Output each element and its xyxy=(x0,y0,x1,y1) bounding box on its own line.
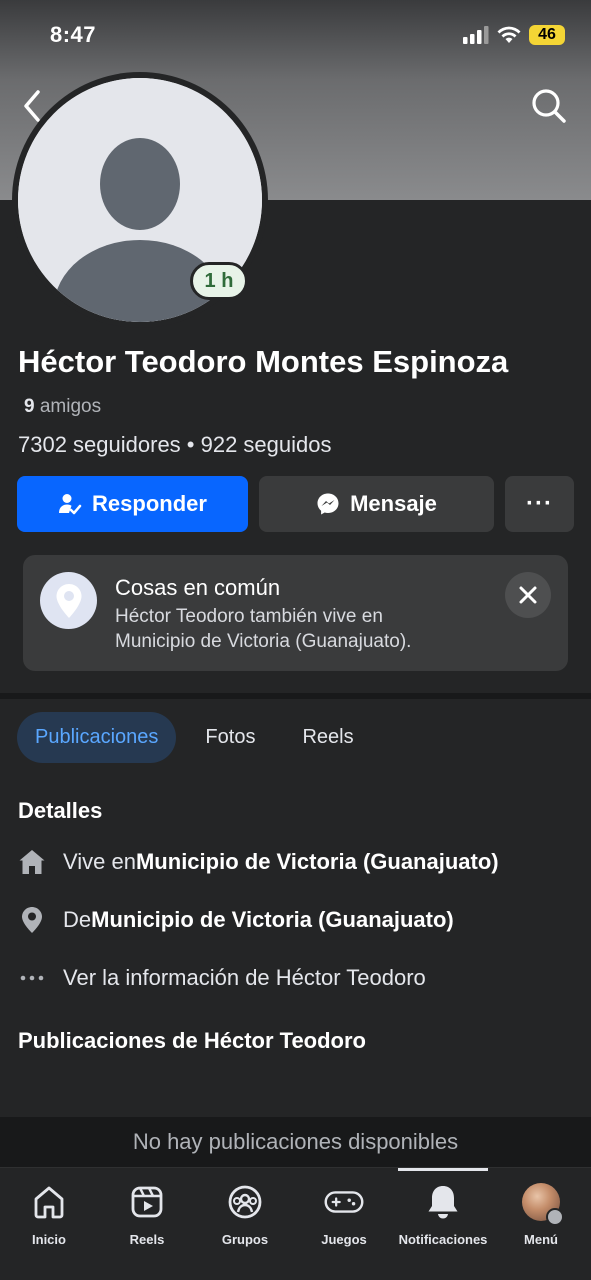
bell-icon xyxy=(423,1182,463,1222)
nav-inicio[interactable]: Inicio xyxy=(1,1182,97,1247)
menu-lines-icon xyxy=(546,1208,564,1226)
search-button[interactable] xyxy=(529,86,569,126)
friends-count[interactable]: 9 amigos xyxy=(24,396,101,418)
message-button[interactable]: Mensaje xyxy=(259,476,494,532)
status-time: 8:47 xyxy=(50,22,97,47)
nav-reels[interactable]: Reels xyxy=(99,1182,195,1247)
nav-menu[interactable]: Menú xyxy=(493,1182,589,1247)
nav-grupos[interactable]: Grupos xyxy=(197,1182,293,1247)
common-title: Cosas en común xyxy=(115,575,281,600)
signal-icon xyxy=(463,26,489,44)
story-time-badge: 1 h xyxy=(190,262,248,300)
wifi-icon xyxy=(497,26,521,43)
messenger-icon xyxy=(317,493,339,515)
section-divider xyxy=(0,693,591,699)
friends-label: amigos xyxy=(39,396,102,417)
see-info-label: Ver la información de Héctor Teodoro xyxy=(63,965,426,990)
detail-from[interactable]: De Municipio de Victoria (Guanajuato) xyxy=(18,906,454,934)
status-bar: 8:47 46 xyxy=(0,0,591,70)
friends-number: 9 xyxy=(24,396,35,417)
more-icon: ··· xyxy=(526,490,553,517)
nav-label: Inicio xyxy=(32,1232,66,1247)
close-icon xyxy=(519,586,537,604)
common-description-line1: Héctor Teodoro también vive en xyxy=(115,606,383,627)
location-pin-icon xyxy=(18,906,46,934)
groups-icon xyxy=(225,1182,265,1222)
search-icon xyxy=(532,89,566,123)
followers-line[interactable]: 7302 seguidores • 922 seguidos xyxy=(18,432,332,458)
dismiss-button[interactable] xyxy=(505,572,551,618)
menu-avatar xyxy=(521,1182,564,1226)
nav-juegos[interactable]: Juegos xyxy=(296,1182,392,1247)
home-icon xyxy=(29,1182,69,1222)
reels-icon xyxy=(127,1182,167,1222)
profile-name: Héctor Teodoro Montes Espinoza xyxy=(18,344,509,379)
nav-label: Juegos xyxy=(321,1232,367,1247)
tab-reels[interactable]: Reels xyxy=(284,712,371,763)
empty-posts-message: No hay publicaciones disponibles xyxy=(0,1117,591,1167)
respond-button[interactable]: Responder xyxy=(17,476,248,532)
common-things-card[interactable]: Cosas en común Héctor Teodoro también vi… xyxy=(23,555,568,671)
nav-label: Notificaciones xyxy=(398,1232,488,1247)
battery-indicator: 46 xyxy=(529,25,565,45)
respond-label: Responder xyxy=(92,491,207,516)
home-icon xyxy=(18,848,46,876)
posts-title: Publicaciones de Héctor Teodoro xyxy=(18,1028,366,1053)
lives-place: Municipio de Victoria (Guanajuato) xyxy=(135,849,499,874)
from-place: Municipio de Victoria (Guanajuato) xyxy=(91,907,454,932)
tab-publicaciones[interactable]: Publicaciones xyxy=(17,712,177,763)
message-label: Mensaje xyxy=(350,491,437,516)
active-tab-indicator xyxy=(398,1168,488,1171)
nav-label: Menú xyxy=(524,1232,558,1247)
from-prefix: De xyxy=(63,907,92,932)
details-title: Detalles xyxy=(18,798,103,823)
lives-prefix: Vive en xyxy=(63,849,136,874)
tab-fotos[interactable]: Fotos xyxy=(187,712,273,763)
nav-label: Grupos xyxy=(221,1232,269,1247)
common-description-line2: Municipio de Victoria (Guanajuato). xyxy=(115,631,412,652)
more-dots-icon xyxy=(18,964,46,992)
nav-label: Reels xyxy=(129,1232,165,1247)
nav-notificaciones[interactable]: Notificaciones xyxy=(395,1182,491,1247)
bottom-navigation: Inicio Reels Grupos Juegos Notificacione… xyxy=(0,1167,591,1280)
detail-see-info[interactable]: Ver la información de Héctor Teodoro xyxy=(18,964,426,992)
detail-lives-in[interactable]: Vive en Municipio de Victoria (Guanajuat… xyxy=(18,848,499,876)
more-options-button[interactable]: ··· xyxy=(505,476,574,532)
status-icons: 46 xyxy=(463,25,565,45)
friend-respond-icon xyxy=(59,494,82,515)
profile-tabs: Publicaciones Fotos Reels xyxy=(17,712,383,763)
gamepad-icon xyxy=(324,1182,364,1222)
location-pin-icon xyxy=(40,572,97,629)
